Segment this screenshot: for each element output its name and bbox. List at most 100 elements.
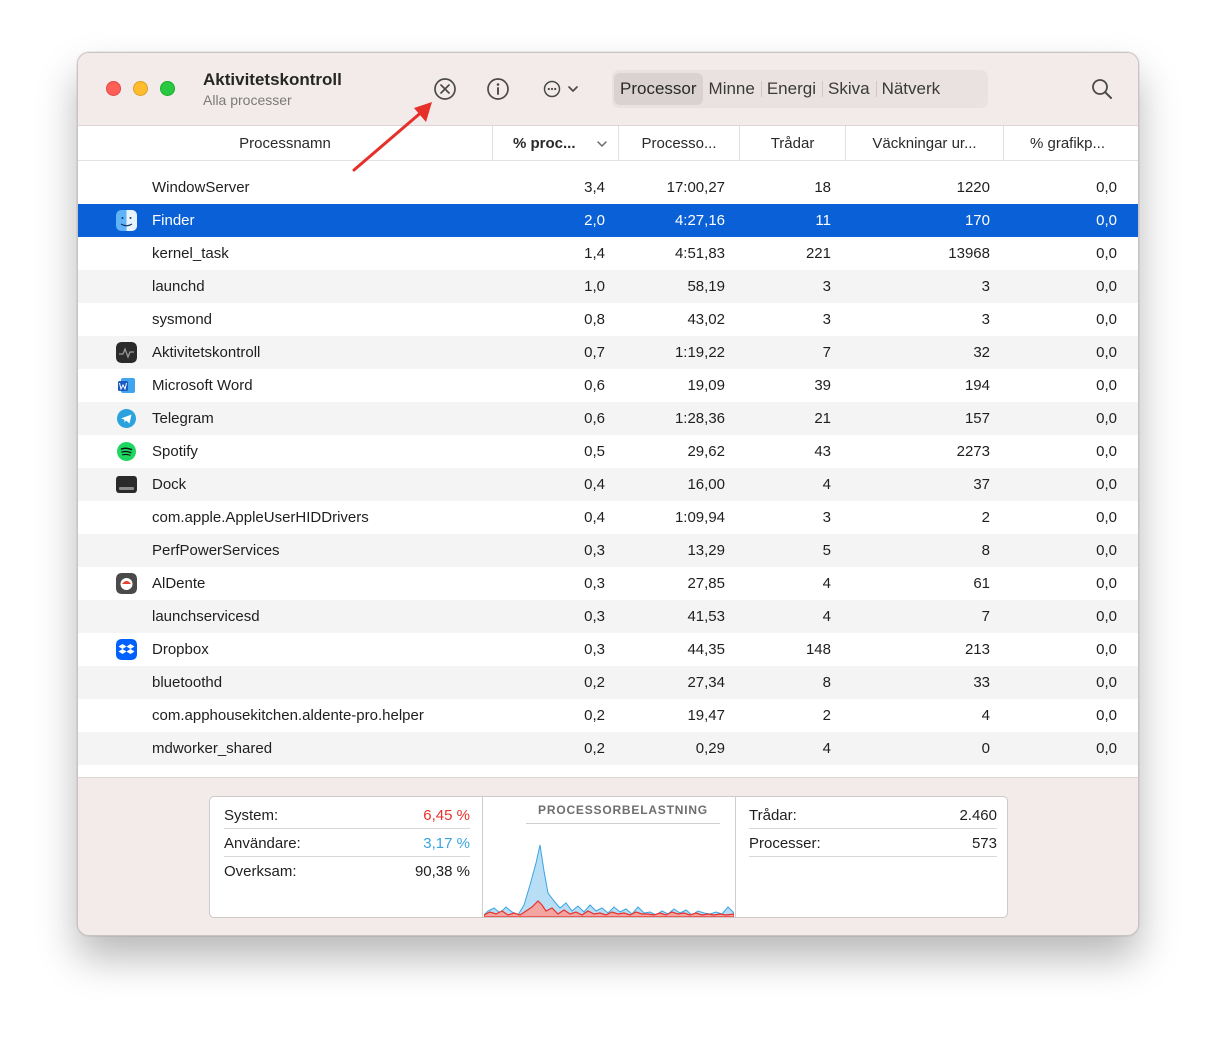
gpu-percent: 0,0 bbox=[1096, 377, 1117, 394]
aldente-icon bbox=[116, 573, 137, 594]
cpu-time: 27,34 bbox=[687, 674, 725, 691]
column-header-threads[interactable]: Trådar bbox=[739, 126, 845, 161]
cpu-time: 4:27,16 bbox=[674, 212, 725, 229]
thread-count: 4 bbox=[822, 608, 831, 625]
table-row[interactable]: Dropbox 0,3 44,35 148 213 0,0 bbox=[78, 633, 1138, 666]
cpu-time: 1:28,36 bbox=[674, 410, 725, 427]
panel-divider bbox=[735, 797, 736, 917]
dock-icon bbox=[116, 476, 137, 493]
idle-wakeups: 3 bbox=[981, 278, 990, 295]
gpu-percent: 0,0 bbox=[1096, 443, 1117, 460]
cpu-time: 58,19 bbox=[687, 278, 725, 295]
tab-disk[interactable]: Skiva bbox=[821, 73, 876, 105]
tab-memory[interactable]: Minne bbox=[703, 73, 761, 105]
table-row[interactable]: launchservicesd 0,3 41,53 4 7 0,0 bbox=[78, 600, 1138, 633]
system-label: System: bbox=[224, 807, 279, 824]
process-name: com.apphousekitchen.aldente-pro.helper bbox=[152, 707, 424, 724]
processes-value: 573 bbox=[971, 835, 997, 852]
more-actions-button[interactable] bbox=[538, 75, 584, 103]
tab-network[interactable]: Nätverk bbox=[875, 73, 947, 105]
threads-label: Trådar: bbox=[749, 807, 797, 824]
cpu-percent: 0,2 bbox=[584, 674, 605, 691]
column-header-cpu-time[interactable]: Processo... bbox=[618, 126, 739, 161]
table-row[interactable]: Telegram 0,6 1:28,36 21 157 0,0 bbox=[78, 402, 1138, 435]
cpu-time: 13,29 bbox=[687, 542, 725, 559]
gpu-percent: 0,0 bbox=[1096, 542, 1117, 559]
sort-descending-icon bbox=[597, 141, 607, 147]
spotify-icon bbox=[117, 442, 136, 461]
panel-divider bbox=[482, 797, 483, 917]
user-stat: Användare: 3,17 % bbox=[224, 831, 470, 857]
tab-energy[interactable]: Energi bbox=[760, 73, 822, 105]
table-row[interactable]: WindowServer 3,4 17:00,27 18 1220 0,0 bbox=[78, 171, 1138, 204]
table-row[interactable]: PerfPowerServices 0,3 13,29 5 8 0,0 bbox=[78, 534, 1138, 567]
process-name: launchd bbox=[152, 278, 205, 295]
cpu-summary-panel: System: 6,45 % Användare: 3,17 % Overksa… bbox=[209, 796, 1008, 918]
inspect-process-button[interactable] bbox=[484, 75, 512, 103]
activity-monitor-icon bbox=[116, 342, 137, 363]
chevron-down-icon bbox=[568, 86, 578, 92]
close-window-button[interactable] bbox=[106, 81, 121, 96]
tab-processor[interactable]: Processor bbox=[614, 73, 703, 105]
minimize-window-button[interactable] bbox=[133, 81, 148, 96]
table-row[interactable]: com.apphousekitchen.aldente-pro.helper 0… bbox=[78, 699, 1138, 732]
cpu-percent: 0,3 bbox=[584, 641, 605, 658]
activity-monitor-window: Aktivitetskontroll Alla processer Proces… bbox=[77, 52, 1139, 936]
cpu-time: 1:09,94 bbox=[674, 509, 725, 526]
cpu-time: 4:51,83 bbox=[674, 245, 725, 262]
table-row[interactable]: bluetoothd 0,2 27,34 8 33 0,0 bbox=[78, 666, 1138, 699]
process-name: Dock bbox=[152, 476, 187, 493]
cpu-time: 16,00 bbox=[687, 476, 725, 493]
idle-wakeups: 7 bbox=[981, 608, 990, 625]
idle-wakeups: 37 bbox=[973, 476, 990, 493]
table-row[interactable]: Dock 0,4 16,00 4 37 0,0 bbox=[78, 468, 1138, 501]
idle-wakeups: 61 bbox=[973, 575, 990, 592]
process-name: WindowServer bbox=[152, 179, 250, 196]
idle-wakeups: 157 bbox=[964, 410, 990, 427]
cpu-time: 1:19,22 bbox=[674, 344, 725, 361]
idle-wakeups: 2 bbox=[981, 509, 990, 526]
gpu-percent: 0,0 bbox=[1096, 344, 1117, 361]
gpu-percent: 0,0 bbox=[1096, 509, 1117, 526]
cpu-percent: 0,3 bbox=[584, 542, 605, 559]
table-row[interactable]: Aktivitetskontroll 0,7 1:19,22 7 32 0,0 bbox=[78, 336, 1138, 369]
cpu-percent: 0,4 bbox=[584, 509, 605, 526]
table-row-partial[interactable] bbox=[78, 765, 1138, 777]
column-header-gpu-percent[interactable]: % grafikp... bbox=[1003, 126, 1131, 161]
system-value: 6,45 % bbox=[423, 807, 470, 824]
table-row[interactable]: kernel_task 1,4 4:51,83 221 13968 0,0 bbox=[78, 237, 1138, 270]
table-row[interactable]: Spotify 0,5 29,62 43 2273 0,0 bbox=[78, 435, 1138, 468]
thread-count: 8 bbox=[822, 674, 831, 691]
threads-stat: Trådar: 2.460 bbox=[749, 803, 997, 829]
thread-count: 11 bbox=[815, 212, 831, 229]
search-button[interactable] bbox=[1088, 75, 1116, 103]
thread-count: 3 bbox=[822, 278, 831, 295]
category-tabs: Processor Minne Energi Skiva Nätverk bbox=[612, 70, 988, 108]
cpu-percent: 0,2 bbox=[584, 707, 605, 724]
table-row[interactable]: launchd 1,0 58,19 3 3 0,0 bbox=[78, 270, 1138, 303]
zoom-window-button[interactable] bbox=[160, 81, 175, 96]
idle-wakeups: 2273 bbox=[956, 443, 990, 460]
cpu-time: 17:00,27 bbox=[666, 179, 725, 196]
idle-stat: Overksam: 90,38 % bbox=[224, 859, 470, 885]
cpu-percent: 0,4 bbox=[584, 476, 605, 493]
process-name: launchservicesd bbox=[152, 608, 260, 625]
process-name: Telegram bbox=[152, 410, 214, 427]
user-label: Användare: bbox=[224, 835, 301, 852]
finder-icon bbox=[116, 210, 137, 231]
table-row[interactable]: com.apple.AppleUserHIDDrivers 0,4 1:09,9… bbox=[78, 501, 1138, 534]
thread-count: 4 bbox=[822, 476, 831, 493]
thread-count: 4 bbox=[822, 575, 831, 592]
idle-wakeups: 33 bbox=[973, 674, 990, 691]
thread-count: 4 bbox=[822, 740, 831, 757]
word-icon bbox=[118, 378, 135, 393]
cpu-percent: 2,0 bbox=[584, 212, 605, 229]
table-row[interactable]: sysmond 0,8 43,02 3 3 0,0 bbox=[78, 303, 1138, 336]
table-row[interactable]: mdworker_shared 0,2 0,29 4 0 0,0 bbox=[78, 732, 1138, 765]
table-row[interactable]: Microsoft Word 0,6 19,09 39 194 0,0 bbox=[78, 369, 1138, 402]
cpu-time: 27,85 bbox=[687, 575, 725, 592]
column-header-idle-wakeups[interactable]: Väckningar ur... bbox=[845, 126, 1003, 161]
process-name: Finder bbox=[152, 212, 195, 229]
table-row-selected[interactable]: Finder 2,0 4:27,16 11 170 0,0 bbox=[78, 204, 1138, 237]
table-row[interactable]: AlDente 0,3 27,85 4 61 0,0 bbox=[78, 567, 1138, 600]
